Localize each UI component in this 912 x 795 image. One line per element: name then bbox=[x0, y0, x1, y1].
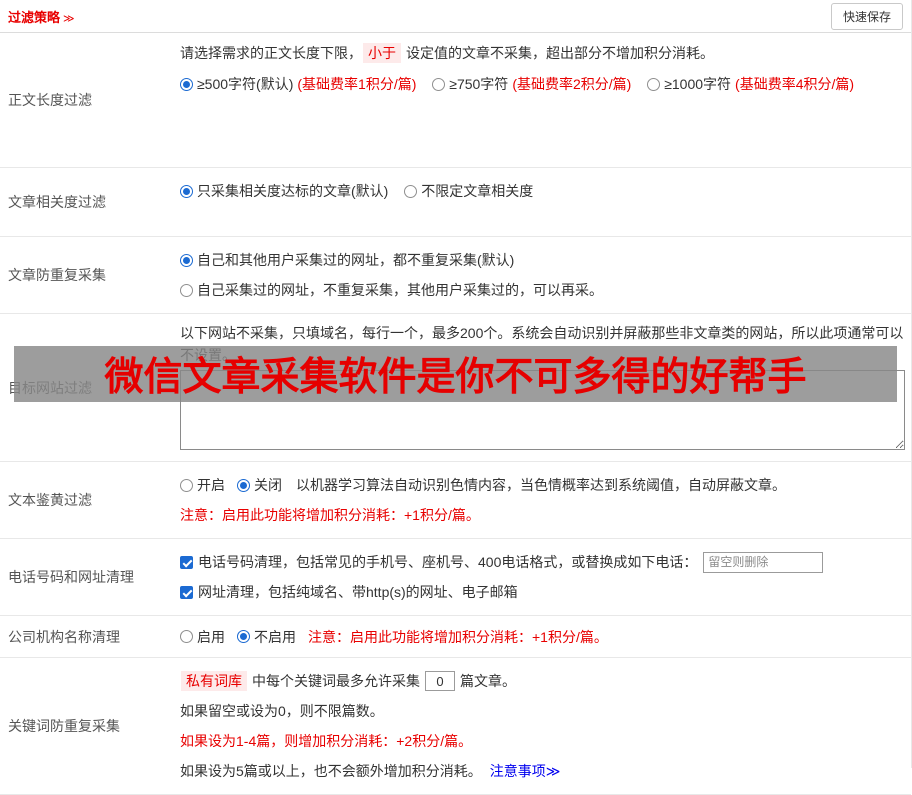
topbar: 过滤策略 ≫ 快速保存 bbox=[0, 0, 911, 33]
porn-filter-label: 文本鉴黄过滤 bbox=[8, 492, 92, 508]
keyword-dedup-label: 关键词防重复采集 bbox=[8, 718, 120, 734]
option-text: 关闭 bbox=[254, 477, 282, 493]
keyword-dedup-line2: 如果留空或设为0，则不限篇数。 bbox=[180, 703, 384, 719]
row-porn-filter: 文本鉴黄过滤 开启 关闭 以机器学习算法自动识别色情内容，当色情概率达到系统阈值… bbox=[0, 462, 911, 539]
line1-text: 中每个关键词最多允许采集 bbox=[252, 673, 420, 689]
company-cleanup-content: 启用 不启用 注意：启用此功能将增加积分消耗：+1积分/篇。 bbox=[180, 616, 911, 657]
checkbox-checked-icon bbox=[180, 585, 193, 599]
private-lexicon-badge: 私有词库 bbox=[181, 671, 247, 691]
radio-icon bbox=[432, 77, 446, 91]
keyword-dedup-content: 私有词库 中每个关键词最多允许采集 篇文章。 如果留空或设为0，则不限篇数。 如… bbox=[180, 658, 911, 794]
dedup-filter-label: 文章防重复采集 bbox=[8, 267, 106, 283]
option-note: (基础费率4积分/篇) bbox=[735, 76, 855, 92]
radio-porn-off[interactable]: 关闭 bbox=[237, 470, 282, 500]
checkbox-checked-icon bbox=[180, 555, 193, 569]
option-text: 开启 bbox=[197, 477, 225, 493]
option-text: 自己采集过的网址，不重复采集，其他用户采集过的，可以再采。 bbox=[197, 282, 603, 298]
radio-relevance-strict[interactable]: 只采集相关度达标的文章(默认) bbox=[180, 176, 388, 206]
row-phone-url-cleanup: 电话号码和网址清理 电话号码清理，包括常见的手机号、座机号、400电话格式，或替… bbox=[0, 539, 911, 616]
option-text: ≥750字符 bbox=[449, 76, 509, 92]
row-target-site-filter: 目标网站过滤 以下网站不采集，只填域名，每行一个，最多200个。系统会自动识别并… bbox=[0, 314, 911, 462]
radio-icon bbox=[180, 478, 193, 492]
radio-relevance-any[interactable]: 不限定文章相关度 bbox=[404, 176, 533, 206]
target-site-filter-label: 目标网站过滤 bbox=[8, 379, 92, 396]
radio-selected-icon bbox=[237, 478, 250, 492]
phone-url-cleanup-label: 电话号码和网址清理 bbox=[8, 569, 134, 585]
row-dedup-filter: 文章防重复采集 自己和其他用户采集过的网址，都不重复采集(默认) 自己采集过的网… bbox=[0, 237, 911, 314]
option-text: 不启用 bbox=[254, 628, 296, 645]
radio-company-disable[interactable]: 不启用 bbox=[237, 627, 296, 647]
checkbox-url-cleanup[interactable]: 网址清理，包括纯域名、带http(s)的网址、电子邮箱 bbox=[180, 577, 518, 607]
radio-icon bbox=[404, 184, 418, 198]
porn-filter-warning: 注意：启用此功能将增加积分消耗：+1积分/篇。 bbox=[180, 507, 480, 523]
option-text: 电话号码清理，包括常见的手机号、座机号、400电话格式，或替换成如下电话： bbox=[198, 554, 698, 570]
porn-filter-desc: 以机器学习算法自动识别色情内容，当色情概率达到系统阈值，自动屏蔽文章。 bbox=[296, 477, 786, 493]
desc-text-before: 请选择需求的正文长度下限， bbox=[180, 45, 362, 61]
radio-selected-icon bbox=[180, 253, 193, 267]
radio-dedup-global[interactable]: 自己和其他用户采集过的网址，都不重复采集(默认) bbox=[180, 245, 514, 275]
option-text: ≥1000字符 bbox=[664, 76, 732, 92]
desc-text-after: 设定值的文章不采集，超出部分不增加积分消耗。 bbox=[406, 45, 714, 61]
radio-selected-icon bbox=[237, 630, 250, 643]
relevance-filter-content: 只采集相关度达标的文章(默认) 不限定文章相关度 bbox=[180, 168, 911, 236]
notes-link[interactable]: 注意事项≫ bbox=[490, 756, 561, 786]
radio-selected-icon bbox=[180, 184, 193, 198]
blocked-sites-textarea[interactable] bbox=[180, 370, 905, 450]
keyword-dedup-line3: 如果设为1-4篇，则增加积分消耗：+2积分/篇。 bbox=[180, 733, 473, 749]
porn-filter-options-line: 开启 关闭 以机器学习算法自动识别色情内容，当色情概率达到系统阈值，自动屏蔽文章… bbox=[180, 470, 905, 500]
radio-dedup-own[interactable]: 自己采集过的网址，不重复采集，其他用户采集过的，可以再采。 bbox=[180, 275, 603, 305]
option-text: ≥500字符(默认) bbox=[197, 76, 294, 92]
option-text: 启用 bbox=[197, 628, 225, 645]
option-text: 不限定文章相关度 bbox=[421, 183, 534, 199]
length-filter-desc: 请选择需求的正文长度下限， 小于 设定值的文章不采集，超出部分不增加积分消耗。 bbox=[180, 41, 905, 65]
quick-save-button[interactable]: 快速保存 bbox=[830, 2, 903, 30]
page-title[interactable]: 过滤策略 ≫ bbox=[8, 7, 75, 26]
radio-length-1000[interactable]: ≥1000字符 (基础费率4积分/篇) bbox=[647, 69, 854, 99]
target-site-filter-content: 以下网站不采集，只填域名，每行一个，最多200个。系统会自动识别并屏蔽那些非文章… bbox=[180, 314, 911, 461]
length-filter-label: 正文长度过滤 bbox=[8, 92, 92, 108]
page-title-text: 过滤策略 bbox=[8, 9, 61, 25]
radio-icon bbox=[180, 630, 193, 643]
checkbox-phone-cleanup[interactable]: 电话号码清理，包括常见的手机号、座机号、400电话格式，或替换成如下电话： bbox=[180, 547, 824, 577]
option-note: (基础费率2积分/篇) bbox=[512, 76, 632, 92]
company-cleanup-label: 公司机构名称清理 bbox=[8, 628, 120, 645]
line1-suffix: 篇文章。 bbox=[460, 673, 516, 689]
row-company-cleanup: 公司机构名称清理 启用 不启用 注意：启用此功能将增加积分消耗：+1积分/篇。 bbox=[0, 616, 911, 658]
target-site-desc: 以下网站不采集，只填域名，每行一个，最多200个。系统会自动识别并屏蔽那些非文章… bbox=[180, 325, 904, 363]
less-than-badge: 小于 bbox=[363, 43, 401, 63]
double-chevron-icon: ≫ bbox=[63, 12, 75, 25]
radio-company-enable[interactable]: 启用 bbox=[180, 627, 225, 647]
option-text: 网址清理，包括纯域名、带http(s)的网址、电子邮箱 bbox=[198, 584, 518, 600]
row-keyword-dedup: 关键词防重复采集 私有词库 中每个关键词最多允许采集 篇文章。 如果留空或设为0… bbox=[0, 658, 911, 795]
company-cleanup-warning: 注意：启用此功能将增加积分消耗：+1积分/篇。 bbox=[308, 628, 608, 645]
filter-strategy-page: 过滤策略 ≫ 快速保存 正文长度过滤 请选择需求的正文长度下限， 小于 设定值的文… bbox=[0, 0, 912, 795]
keyword-dedup-line1: 私有词库 中每个关键词最多允许采集 篇文章。 bbox=[180, 666, 905, 696]
option-note: (基础费率1积分/篇) bbox=[297, 76, 417, 92]
keyword-dedup-line4: 如果设为5篇或以上，也不会额外增加积分消耗。 注意事项≫ bbox=[180, 756, 905, 786]
radio-selected-icon bbox=[180, 77, 193, 91]
row-relevance-filter: 文章相关度过滤 只采集相关度达标的文章(默认) 不限定文章相关度 bbox=[0, 168, 911, 237]
porn-filter-content: 开启 关闭 以机器学习算法自动识别色情内容，当色情概率达到系统阈值，自动屏蔽文章… bbox=[180, 462, 911, 538]
option-text: 只采集相关度达标的文章(默认) bbox=[197, 183, 389, 199]
phone-url-cleanup-content: 电话号码清理，包括常见的手机号、座机号、400电话格式，或替换成如下电话： 网址… bbox=[180, 539, 911, 615]
relevance-filter-label: 文章相关度过滤 bbox=[8, 194, 106, 210]
radio-porn-on[interactable]: 开启 bbox=[180, 470, 225, 500]
radio-icon bbox=[647, 77, 661, 91]
row-length-filter: 正文长度过滤 请选择需求的正文长度下限， 小于 设定值的文章不采集，超出部分不增… bbox=[0, 33, 911, 168]
max-articles-input[interactable] bbox=[425, 671, 455, 691]
option-text: 自己和其他用户采集过的网址，都不重复采集(默认) bbox=[197, 252, 515, 268]
replacement-phone-input[interactable] bbox=[703, 551, 824, 573]
radio-length-500[interactable]: ≥500字符(默认) (基础费率1积分/篇) bbox=[180, 69, 416, 99]
radio-icon bbox=[180, 283, 193, 297]
length-filter-content: 请选择需求的正文长度下限， 小于 设定值的文章不采集，超出部分不增加积分消耗。 … bbox=[180, 33, 911, 167]
dedup-filter-content: 自己和其他用户采集过的网址，都不重复采集(默认) 自己采集过的网址，不重复采集，… bbox=[180, 237, 911, 313]
radio-length-750[interactable]: ≥750字符 (基础费率2积分/篇) bbox=[432, 69, 631, 99]
line4-text: 如果设为5篇或以上，也不会额外增加积分消耗。 bbox=[180, 763, 482, 779]
